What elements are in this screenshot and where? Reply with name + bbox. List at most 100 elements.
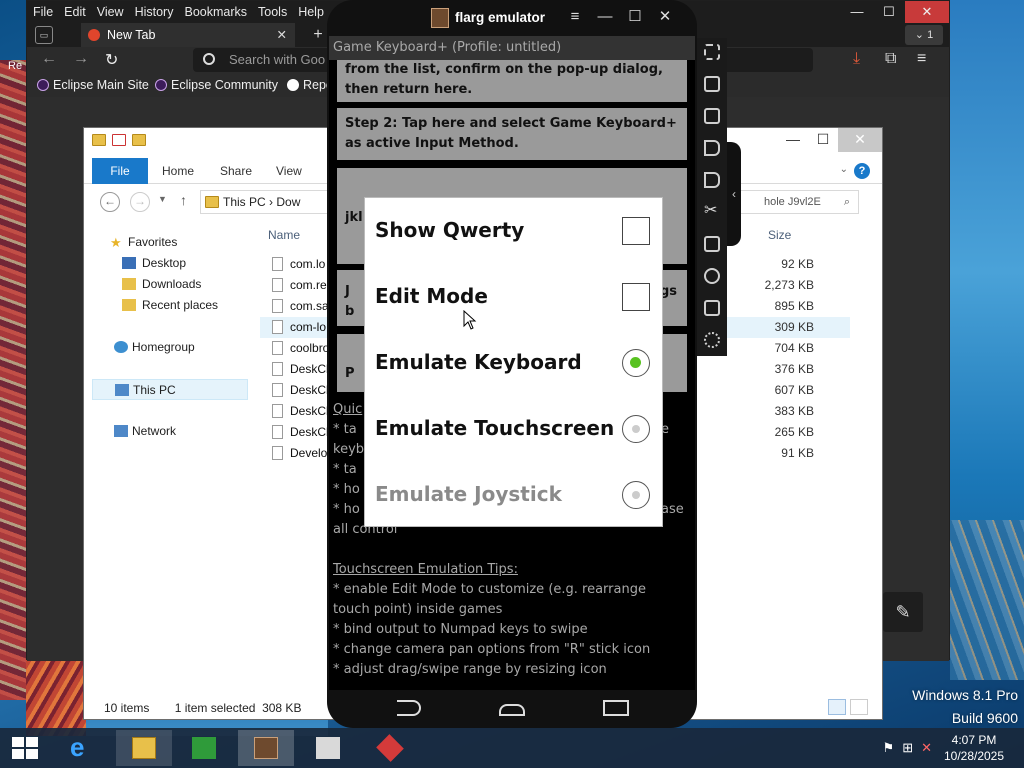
- settings-gear-icon[interactable]: [704, 332, 720, 348]
- hamburger-menu-icon[interactable]: ≡: [917, 50, 926, 68]
- nav-downloads[interactable]: Downloads: [92, 274, 248, 295]
- option-emulate-touchscreen[interactable]: Emulate Touchscreen: [375, 396, 655, 462]
- step1-button[interactable]: from the list, confirm on the pop-up dia…: [337, 60, 687, 102]
- details-view-icon[interactable]: [828, 699, 846, 715]
- explorer-maximize-button[interactable]: ☐: [808, 128, 838, 152]
- emulator-maximize-button[interactable]: ☐: [627, 6, 643, 28]
- extensions-icon[interactable]: ⧉: [885, 50, 896, 68]
- emulate-touchscreen-radio[interactable]: [622, 415, 650, 443]
- menu-history[interactable]: History: [129, 1, 179, 19]
- nav-recent-places[interactable]: Recent places: [92, 295, 248, 316]
- desktop-icon-label[interactable]: Re: [8, 60, 22, 72]
- option-emulate-keyboard[interactable]: Emulate Keyboard: [375, 330, 655, 396]
- path-segment[interactable]: This PC: [223, 195, 266, 209]
- recent-locations-icon[interactable]: ▼: [158, 194, 167, 204]
- minimize-button[interactable]: —: [841, 1, 873, 23]
- emulate-keyboard-radio[interactable]: [622, 349, 650, 377]
- column-header-name[interactable]: Name: [268, 228, 300, 242]
- tab-new-tab[interactable]: New Tab ✕: [81, 23, 295, 47]
- ribbon-tab-home[interactable]: Home: [162, 158, 194, 184]
- volume-muted-icon[interactable]: ✕: [921, 740, 932, 756]
- nav-network[interactable]: Network: [92, 421, 248, 442]
- taskbar-store[interactable]: [176, 730, 232, 766]
- action-center-flag-icon[interactable]: ⚑: [883, 740, 895, 756]
- taskbar-ie[interactable]: e: [56, 730, 112, 766]
- explorer-close-button[interactable]: ✕: [838, 128, 882, 152]
- taskbar-app6[interactable]: [362, 730, 418, 766]
- reload-icon[interactable]: ↻: [105, 50, 118, 70]
- downloads-icon[interactable]: ⤓: [853, 50, 860, 68]
- forward-arrow-icon[interactable]: →: [73, 50, 89, 68]
- properties-icon[interactable]: [112, 134, 126, 146]
- new-folder-icon[interactable]: [132, 134, 146, 146]
- emulator-minimize-button[interactable]: —: [597, 6, 613, 28]
- new-tab-button[interactable]: +: [307, 25, 329, 45]
- taskbar-flarg-emulator[interactable]: [238, 730, 294, 766]
- collapse-toolbar-chevron-icon[interactable]: ‹: [727, 142, 741, 246]
- expand-ribbon-icon[interactable]: ⌄: [840, 164, 848, 175]
- list-tabs-button[interactable]: ⌄ 1: [905, 25, 943, 45]
- emulator-menu-icon[interactable]: ≡: [567, 6, 583, 28]
- screenshot-scissors-icon[interactable]: ✂: [704, 203, 720, 220]
- taskbar-explorer[interactable]: [116, 730, 172, 766]
- back-arrow-icon[interactable]: ←: [41, 50, 57, 68]
- all-tabs-icon[interactable]: ▭: [35, 26, 53, 44]
- explorer-minimize-button[interactable]: —: [778, 128, 808, 152]
- ribbon-tab-file[interactable]: File: [92, 158, 148, 184]
- column-header-size[interactable]: Size: [768, 228, 791, 242]
- menu-view[interactable]: View: [91, 1, 129, 19]
- menu-bookmarks[interactable]: Bookmarks: [178, 1, 252, 19]
- option-emulate-joystick[interactable]: Emulate Joystick: [375, 462, 655, 528]
- nav-homegroup[interactable]: Homegroup: [92, 337, 248, 358]
- file-size: 309 KB: [774, 320, 814, 334]
- option-show-qwerty[interactable]: Show Qwerty: [375, 198, 655, 264]
- recents-nav-icon[interactable]: [603, 700, 629, 716]
- multi-instance-icon[interactable]: [704, 236, 720, 252]
- nav-favorites[interactable]: ★ Favorites: [92, 232, 248, 253]
- up-icon[interactable]: ↑: [180, 192, 187, 208]
- volume-up-icon[interactable]: [704, 140, 720, 156]
- help-icon[interactable]: ?: [854, 163, 870, 179]
- menu-help[interactable]: Help: [292, 1, 329, 19]
- back-icon[interactable]: ←: [100, 192, 120, 212]
- shake-icon[interactable]: [704, 300, 720, 316]
- start-button[interactable]: [12, 737, 38, 759]
- bookmark-repo[interactable]: Repo: [285, 73, 333, 97]
- location-pin-icon[interactable]: [704, 268, 720, 284]
- home-nav-icon[interactable]: [499, 704, 525, 716]
- clock[interactable]: 4:07 PM 10/28/2025: [936, 732, 1012, 764]
- path-segment[interactable]: Dow: [276, 195, 300, 209]
- menu-tools[interactable]: Tools: [252, 1, 292, 19]
- keyboard-icon[interactable]: [704, 76, 720, 92]
- apk-install-icon[interactable]: [704, 108, 720, 124]
- menu-file[interactable]: File: [27, 1, 58, 19]
- volume-down-icon[interactable]: [704, 172, 720, 188]
- show-qwerty-checkbox[interactable]: [622, 217, 650, 245]
- search-box[interactable]: hole J9vl2E ⌕: [739, 190, 859, 214]
- large-icons-view-icon[interactable]: [850, 699, 868, 715]
- ribbon-tab-share[interactable]: Share: [220, 158, 252, 184]
- file-size: 383 KB: [774, 404, 814, 418]
- nav-desktop[interactable]: Desktop: [92, 253, 248, 274]
- edit-pencil-icon[interactable]: ✎: [883, 592, 923, 632]
- eclipse-icon: [37, 79, 49, 91]
- fullscreen-icon[interactable]: [704, 44, 720, 60]
- emulator-close-button[interactable]: ✕: [657, 6, 673, 28]
- step2-button[interactable]: Step 2: Tap here and select Game Keyboar…: [337, 108, 687, 160]
- nav-this-pc[interactable]: This PC: [92, 379, 248, 400]
- close-button[interactable]: ✕: [905, 1, 949, 23]
- forward-icon[interactable]: →: [130, 192, 150, 212]
- bookmark-eclipse-main[interactable]: Eclipse Main Site: [35, 73, 149, 97]
- edit-mode-checkbox[interactable]: [622, 283, 650, 311]
- maximize-button[interactable]: ☐: [873, 1, 905, 23]
- back-nav-icon[interactable]: [397, 700, 421, 716]
- network-icon[interactable]: ⊞: [902, 740, 913, 756]
- close-tab-icon[interactable]: ✕: [277, 23, 287, 47]
- emulate-joystick-radio[interactable]: [622, 481, 650, 509]
- ribbon-tab-view[interactable]: View: [276, 158, 302, 184]
- bookmark-eclipse-community[interactable]: Eclipse Community: [153, 73, 278, 97]
- option-edit-mode[interactable]: Edit Mode: [375, 264, 655, 330]
- menu-edit[interactable]: Edit: [58, 1, 91, 19]
- taskbar-app5[interactable]: [300, 730, 356, 766]
- address-path[interactable]: This PC › Dow: [200, 190, 335, 214]
